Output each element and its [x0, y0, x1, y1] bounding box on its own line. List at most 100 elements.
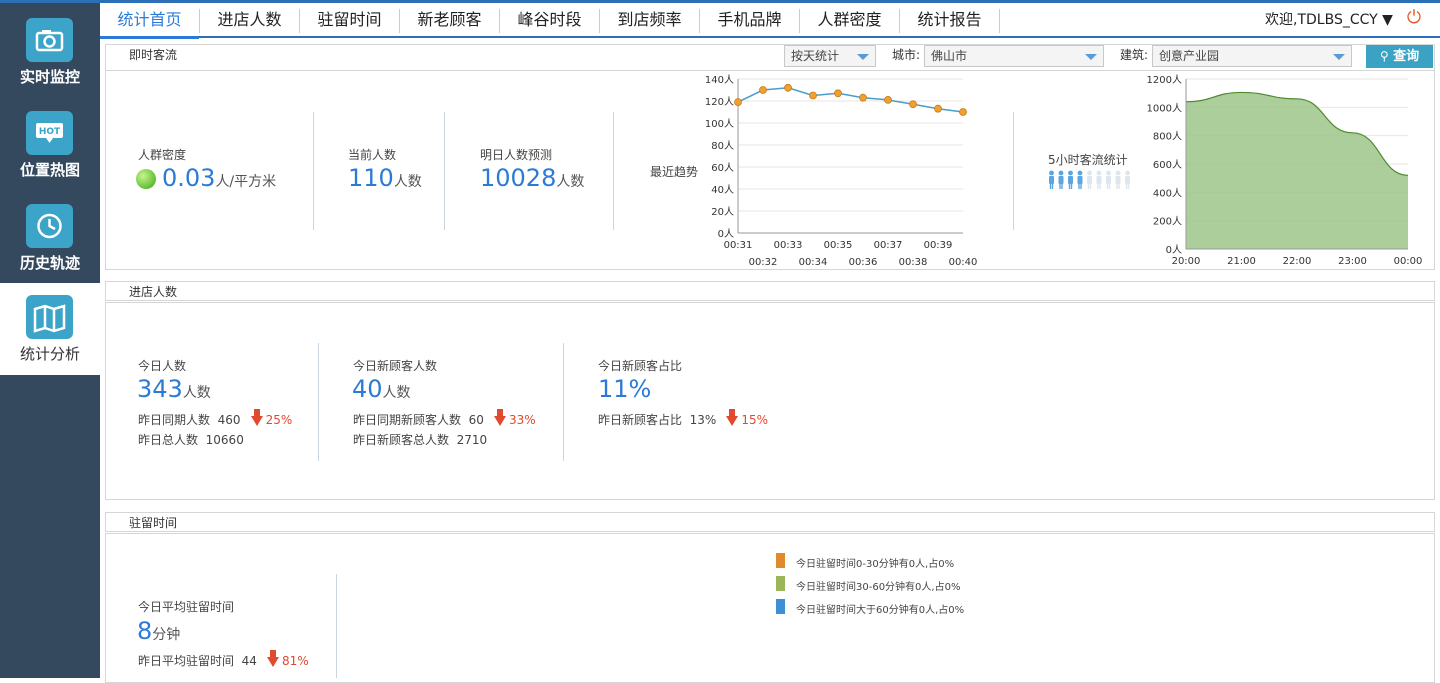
metric-label: 昨日平均驻留时间 [138, 654, 235, 668]
stat-mode-select[interactable]: 按天统计 [784, 45, 876, 67]
person-icon [1096, 170, 1102, 176]
person-icon [1097, 183, 1099, 189]
metric-label: 昨日总人数 [138, 433, 199, 447]
yesterday-new-total: 昨日新顾客总人数 2710 [353, 431, 487, 448]
person-icon [1077, 176, 1083, 184]
top-tab-bar: 统计首页 进店人数 驻留时间 新老顾客 峰谷时段 到店频率 手机品牌 人群密度 … [100, 3, 1440, 39]
x-tick-label: 00:36 [849, 257, 878, 268]
density-number: 0.03 [162, 164, 216, 192]
change-percent: 25% [265, 413, 293, 427]
city-select[interactable]: 佛山市 [924, 45, 1104, 67]
forecast-label: 明日人数预测 [480, 148, 553, 162]
data-point [959, 108, 967, 116]
person-icon [1087, 183, 1090, 189]
y-tick-label: 400人 [1153, 187, 1182, 199]
area-fill [1186, 92, 1408, 249]
tab-home[interactable]: 统计首页 [100, 9, 200, 39]
recent-trend-chart: 0人 20人 40人 60人 80人 100人 120人 140人 00:31 00:32 00:3… [705, 74, 978, 268]
tab-visit-frequency[interactable]: 到店频率 [600, 9, 700, 33]
down-arrow-icon [493, 409, 506, 426]
y-tick-label: 1000人 [1147, 102, 1182, 114]
x-tick-label: 00:31 [724, 240, 753, 251]
new-customers-label: 今日新顾客人数 [353, 359, 438, 373]
sidebar-item-statistics[interactable]: 统计分析 [0, 283, 100, 375]
person-icon [1068, 183, 1071, 189]
tab-new-old-customers[interactable]: 新老顾客 [400, 9, 500, 33]
building-select[interactable]: 创意产业园 [1152, 45, 1352, 67]
user-menu[interactable]: 欢迎,TDLBS_CCY ▼ [1265, 9, 1393, 29]
person-icon [1115, 176, 1121, 184]
person-icon [1115, 170, 1121, 176]
person-icon [1049, 170, 1054, 176]
data-point [934, 104, 942, 113]
y-tick-label: 800人 [1153, 131, 1182, 143]
yesterday-new-same-period: 昨日同期新顾客人数 60 33% [353, 409, 536, 428]
legend-swatch [776, 553, 785, 568]
down-arrow-icon [250, 409, 263, 426]
x-tick-label: 20:00 [1172, 256, 1201, 267]
store-visitors-panel [105, 302, 1435, 500]
today-number: 343 [137, 375, 183, 403]
yesterday-avg-dwell: 昨日平均驻留时间 44 81% [138, 650, 309, 669]
x-tick-label: 00:00 [1394, 256, 1423, 267]
avg-dwell-label: 今日平均驻留时间 [138, 600, 235, 614]
metric-value: 10660 [205, 433, 244, 447]
new-customers-value: 40人数 [352, 375, 411, 403]
dwell-time-header [105, 512, 1435, 532]
yesterday-new-ratio: 昨日新顾客占比 13% 15% [598, 409, 768, 428]
y-tick-label: 140人 [705, 74, 734, 86]
tab-dwell-time[interactable]: 驻留时间 [300, 9, 400, 33]
yesterday-same-period: 昨日同期人数 460 25% [138, 409, 293, 428]
tab-peak-valley[interactable]: 峰谷时段 [500, 9, 600, 33]
person-icon [1058, 170, 1064, 176]
sidebar-item-realtime-monitor[interactable]: 实时监控 [0, 6, 100, 98]
new-number: 40 [352, 375, 383, 403]
new-ratio-label: 今日新顾客占比 [598, 359, 683, 373]
today-unit: 人数 [182, 385, 211, 401]
y-tick-label: 80人 [711, 140, 734, 152]
series-line [737, 87, 964, 113]
x-tick-label: 00:35 [824, 240, 853, 251]
data-point [759, 86, 767, 94]
change-percent: 15% [741, 413, 768, 427]
camera-icon [26, 18, 73, 62]
query-label: 查询 [1393, 49, 1420, 64]
building-label: 建筑: [1120, 48, 1149, 62]
select-value: 创意产业园 [1159, 49, 1220, 63]
person-icon [1070, 183, 1073, 189]
dwell-unit: 分钟 [152, 627, 181, 643]
tab-store-visitors[interactable]: 进店人数 [200, 9, 300, 33]
tab-label: 统计首页 [117, 10, 182, 29]
sidebar-item-history-track[interactable]: 历史轨迹 [0, 192, 100, 284]
y-tick-label: 120人 [705, 96, 734, 108]
x-tick-label: 00:40 [949, 257, 978, 268]
tab-label: 手机品牌 [717, 10, 782, 29]
person-icon [1061, 183, 1063, 189]
legend-text: 今日驻留时间大于60分钟有0人,占0% [796, 605, 965, 616]
down-arrow-icon [266, 650, 279, 667]
person-icon [1089, 183, 1092, 189]
five-hour-area-chart: 0人 200人 400人 600人 800人 1000人 1200人 20:00 21:00 22… [1147, 74, 1423, 267]
person-icon [1068, 170, 1073, 176]
y-tick-label: 600人 [1153, 159, 1182, 171]
forecast-unit: 人数 [556, 174, 585, 190]
divider [444, 112, 445, 230]
person-icon [1125, 170, 1130, 176]
x-tick-label: 22:00 [1283, 256, 1312, 267]
metric-value: 44 [241, 654, 257, 668]
y-tick-label: 1200人 [1147, 74, 1182, 86]
tab-crowd-density[interactable]: 人群密度 [800, 9, 900, 33]
query-button[interactable]: ⚲ 查询 [1366, 45, 1433, 68]
person-icon [1068, 176, 1073, 184]
y-tick-label: 200人 [1153, 216, 1182, 228]
divider [336, 574, 337, 678]
tab-report[interactable]: 统计报告 [900, 9, 1000, 33]
sidebar-item-heatmap[interactable]: HOT 位置热图 [0, 99, 100, 191]
tab-label: 驻留时间 [317, 10, 382, 29]
tab-label: 统计报告 [917, 10, 982, 29]
tab-phone-brand[interactable]: 手机品牌 [700, 9, 800, 33]
x-tick-label: 21:00 [1227, 256, 1256, 267]
power-icon[interactable]: ⏻ [1404, 8, 1424, 28]
store-visitors-header [105, 281, 1435, 301]
divider [313, 112, 314, 230]
